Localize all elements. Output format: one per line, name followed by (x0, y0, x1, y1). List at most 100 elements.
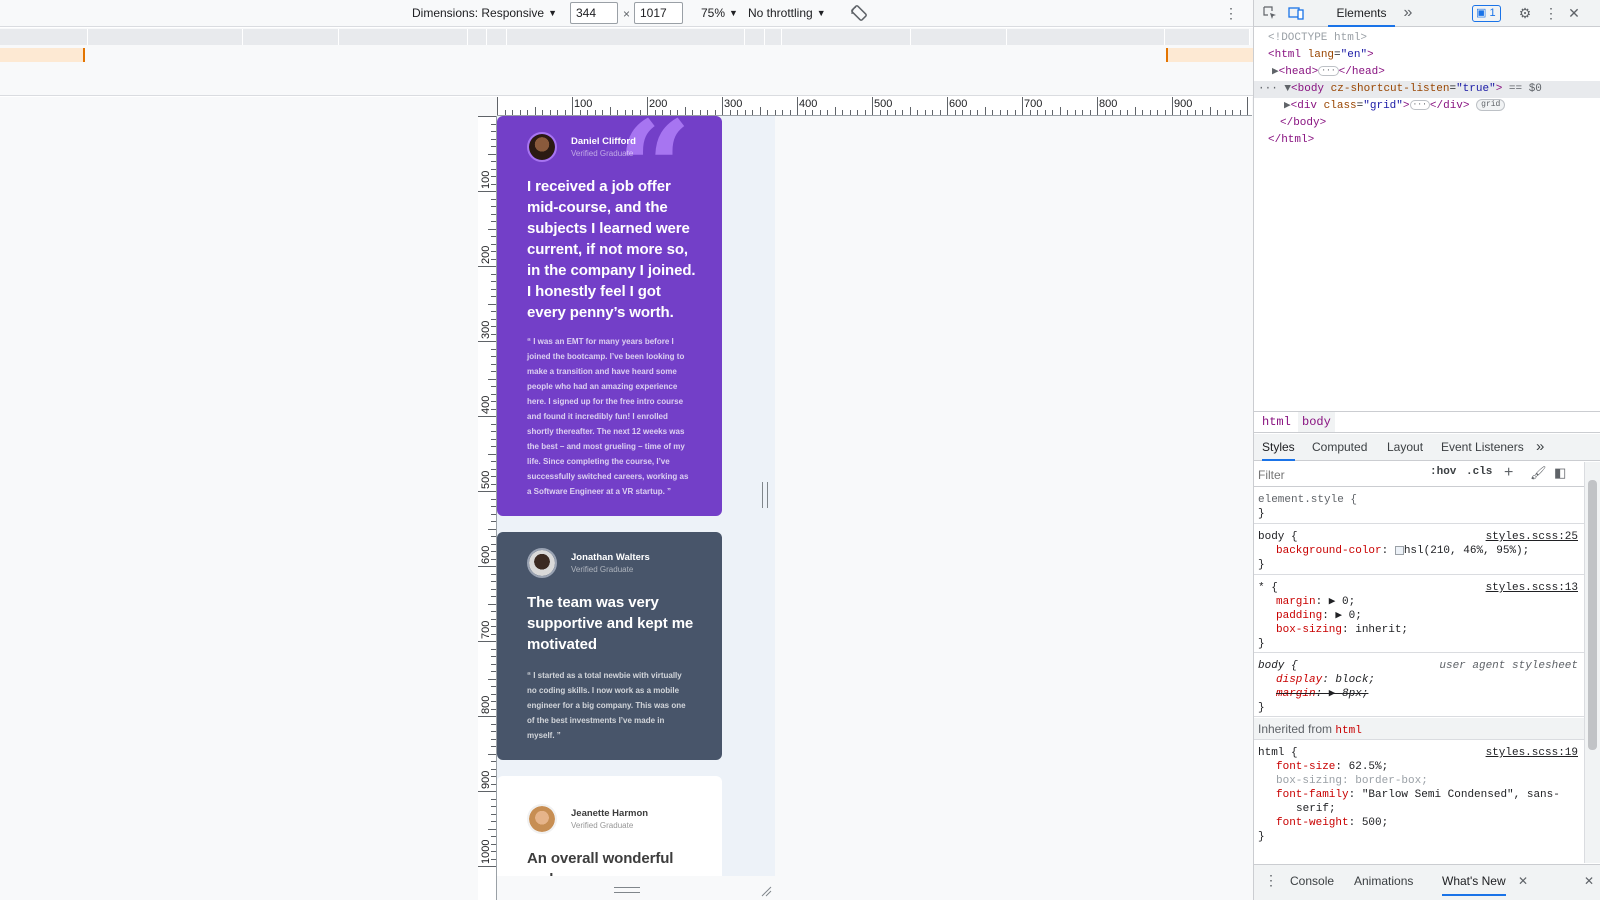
ruler-tick (939, 110, 941, 115)
dom-body-selected[interactable]: ··· ▼<body cz-shortcut-listen="true"> ==… (1254, 81, 1600, 98)
dom-body-close[interactable]: </body> (1254, 115, 1600, 132)
issues-badge[interactable]: ▣ 1 (1472, 5, 1501, 22)
rule-star[interactable]: * { styles.scss:13 margin: ▶ 0; padding:… (1254, 576, 1584, 653)
tab-layout[interactable]: Layout (1387, 434, 1423, 461)
color-swatch[interactable] (1394, 545, 1404, 555)
ruler-tick (669, 110, 671, 115)
styles-filter-input[interactable] (1258, 465, 1418, 484)
zoom-dropdown[interactable]: 75% ▼ (701, 6, 738, 20)
ruler-tick (1119, 110, 1121, 115)
paint-brush-icon[interactable]: 🖌 (1530, 465, 1547, 481)
tab-console[interactable]: Console (1290, 874, 1334, 888)
ruler-label: 600 (480, 545, 492, 564)
ruler-tick (478, 416, 496, 417)
ruler-tick (491, 761, 496, 762)
ellipsis-icon[interactable]: ··· (1318, 66, 1339, 77)
resize-handle-right[interactable] (762, 482, 768, 508)
tab-whats-new[interactable]: What's New (1442, 874, 1506, 896)
ruler-tick (864, 110, 866, 115)
source-link[interactable]: styles.scss:25 (1486, 530, 1578, 544)
dom-doctype[interactable]: <!DOCTYPE html> (1254, 30, 1600, 47)
rule-user-agent-body[interactable]: body { user agent stylesheet display: bl… (1254, 654, 1584, 717)
caret-down-icon: ▼ (816, 8, 826, 18)
dimensions-dropdown[interactable]: Dimensions: Responsive ▼ (412, 6, 557, 20)
media-query-segment[interactable] (745, 29, 765, 45)
media-query-segment[interactable] (782, 29, 911, 45)
resize-handle-corner[interactable] (760, 885, 772, 897)
media-query-min-segment[interactable] (0, 48, 84, 62)
ruler-tick (491, 206, 496, 207)
more-options-icon[interactable]: ⋮ (1543, 5, 1559, 21)
close-tab-icon[interactable]: ✕ (1518, 874, 1528, 888)
ruler-tick (491, 663, 496, 665)
expand-triangle-icon[interactable]: ▶ (1284, 100, 1291, 112)
media-query-segment[interactable] (468, 29, 487, 45)
ellipsis-icon[interactable]: ··· (1409, 100, 1430, 111)
drawer-menu-icon[interactable]: ⋮ (1264, 872, 1278, 889)
media-query-segment[interactable] (0, 29, 88, 45)
rotate-icon[interactable] (850, 4, 868, 22)
media-query-segment[interactable] (339, 29, 468, 45)
ruler-tick (827, 110, 828, 115)
issues-count: 1 (1489, 7, 1496, 19)
tab-styles[interactable]: Styles (1262, 434, 1295, 461)
tab-event-listeners[interactable]: Event Listeners (1441, 434, 1524, 461)
throttling-dropdown[interactable]: No throttling ▼ (748, 6, 826, 20)
grid-badge[interactable]: grid (1476, 99, 1506, 112)
height-input[interactable] (634, 2, 683, 24)
media-query-segment[interactable] (487, 29, 507, 45)
expand-triangle-icon[interactable]: ▶ (1272, 66, 1279, 78)
tab-elements[interactable]: Elements (1328, 0, 1395, 27)
media-query-segment[interactable] (911, 29, 1007, 45)
hov-button[interactable]: :hov (1430, 466, 1456, 478)
styles-scrollbar[interactable] (1584, 462, 1600, 863)
media-query-min-segment[interactable] (1167, 48, 1253, 62)
source-link[interactable]: styles.scss:19 (1486, 746, 1578, 760)
scrollbar-thumb[interactable] (1588, 480, 1597, 750)
dom-div-grid[interactable]: ▶<div class="grid"> ··· </div> grid (1254, 98, 1600, 115)
media-query-segment[interactable] (1007, 29, 1165, 45)
more-tabs-icon[interactable]: » (1536, 434, 1544, 461)
media-query-segment[interactable] (88, 29, 243, 45)
rule-body[interactable]: body { styles.scss:25 background-color: … (1254, 525, 1584, 575)
breadcrumb-body[interactable]: body (1298, 412, 1335, 432)
devtools-panel: Elements » ▣ 1 ⚙ ⋮ ✕ <!DOCTYPE html> <ht… (1253, 0, 1600, 900)
ruler-tick (932, 110, 933, 115)
media-query-segment[interactable] (765, 29, 782, 45)
tab-animations[interactable]: Animations (1354, 874, 1413, 888)
close-drawer-icon[interactable]: ✕ (1584, 874, 1594, 888)
ruler-tick (491, 438, 496, 440)
new-rule-icon[interactable]: + (1504, 464, 1513, 482)
ruler-tick (1037, 110, 1038, 115)
ruler-tick (491, 393, 496, 395)
inspect-element-icon[interactable] (1262, 5, 1278, 21)
inherited-tag-link[interactable]: html (1335, 725, 1361, 737)
breadcrumb-html[interactable]: html (1262, 412, 1291, 432)
dom-html-open[interactable]: <html lang="en"> (1254, 47, 1600, 64)
close-icon[interactable]: ✕ (1566, 5, 1582, 21)
rule-html[interactable]: html { styles.scss:19 font-size: 62.5%; … (1254, 741, 1584, 861)
resize-handle-bottom[interactable] (614, 887, 640, 893)
source-link[interactable]: styles.scss:13 (1486, 581, 1578, 595)
settings-gear-icon[interactable]: ⚙ (1517, 5, 1533, 21)
testimonial-headline: I received a job offer mid-course, and t… (527, 178, 696, 321)
ruler-tick (491, 738, 496, 740)
device-canvas: 100 200 300 400 500 600 700 800 900 100 200 300 400… (0, 97, 1253, 900)
media-query-segment[interactable] (507, 29, 745, 45)
toggle-sidebar-icon[interactable]: ◧ (1554, 465, 1566, 481)
cls-button[interactable]: .cls (1466, 466, 1492, 478)
tab-computed[interactable]: Computed (1312, 434, 1367, 461)
rule-element-style[interactable]: element.style { } (1254, 488, 1584, 524)
dom-html-close[interactable]: </html> (1254, 132, 1600, 149)
device-toolbar-icon[interactable] (1288, 5, 1304, 21)
media-query-segment[interactable] (243, 29, 339, 45)
media-query-segment[interactable] (1165, 29, 1250, 45)
ruler-tick (491, 123, 496, 125)
ruler-tick (1059, 107, 1061, 115)
dom-head[interactable]: ▶<head> ··· </head> (1254, 64, 1600, 81)
more-options-icon[interactable]: ⋮ (1224, 5, 1238, 22)
ruler-tick (1239, 110, 1241, 115)
ruler-tick (1209, 107, 1211, 115)
width-input[interactable] (570, 2, 618, 24)
more-tabs-icon[interactable]: » (1400, 5, 1416, 21)
